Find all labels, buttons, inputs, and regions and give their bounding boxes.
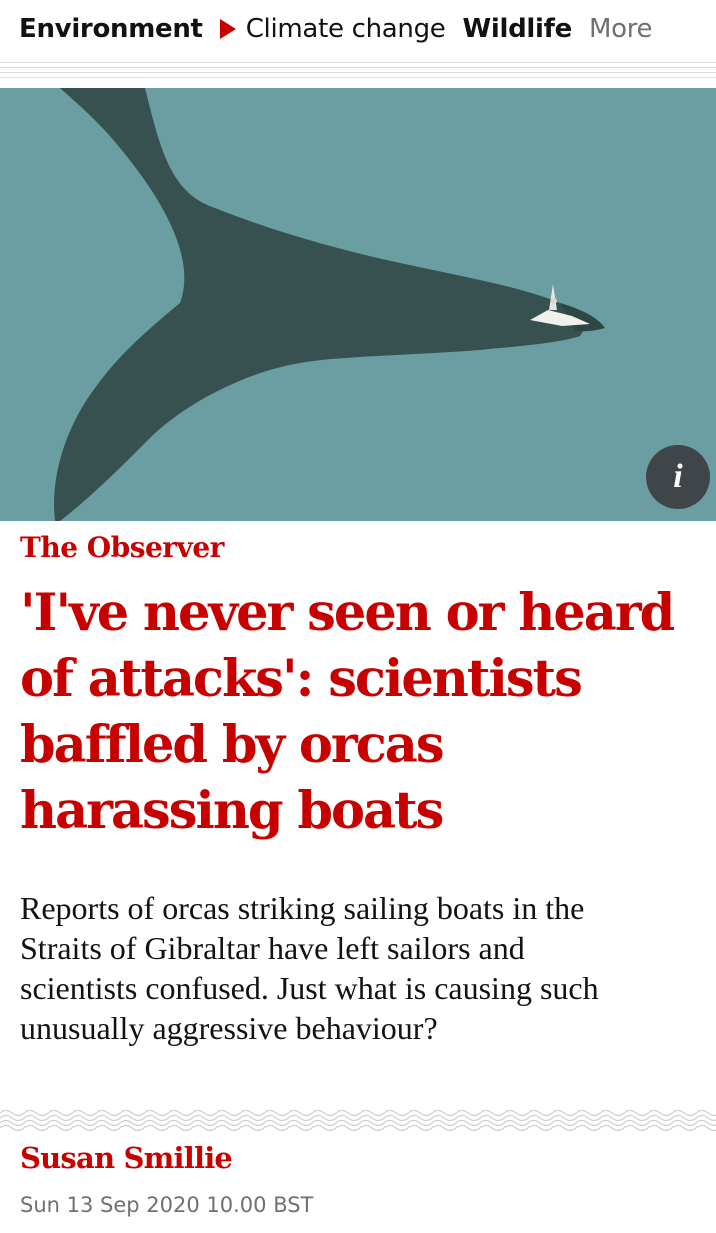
nav-wildlife-link[interactable]: Wildlife — [463, 14, 573, 44]
image-info-button[interactable]: i — [646, 445, 710, 509]
author-byline[interactable]: Susan Smillie — [20, 1141, 233, 1175]
section-nav: Environment Climate change Wildlife More — [0, 0, 716, 58]
publish-date: Sun 13 Sep 2020 10.00 BST — [20, 1193, 314, 1217]
squiggle-divider — [0, 1109, 716, 1132]
article-headline: 'I've never seen or heard of attacks': s… — [20, 583, 675, 841]
info-icon: i — [673, 458, 683, 495]
play-arrow-icon — [219, 19, 236, 39]
nav-more-link[interactable]: More — [589, 14, 653, 44]
nav-environment-link[interactable]: Environment — [19, 14, 203, 44]
series-label[interactable]: The Observer — [20, 531, 224, 564]
nav-climate-change-link[interactable]: Climate change — [246, 14, 446, 44]
nav-divider — [0, 62, 716, 86]
hero-image — [0, 88, 716, 521]
article-standfirst: Reports of orcas striking sailing boats … — [20, 890, 599, 1046]
orca-illustration — [0, 88, 716, 521]
